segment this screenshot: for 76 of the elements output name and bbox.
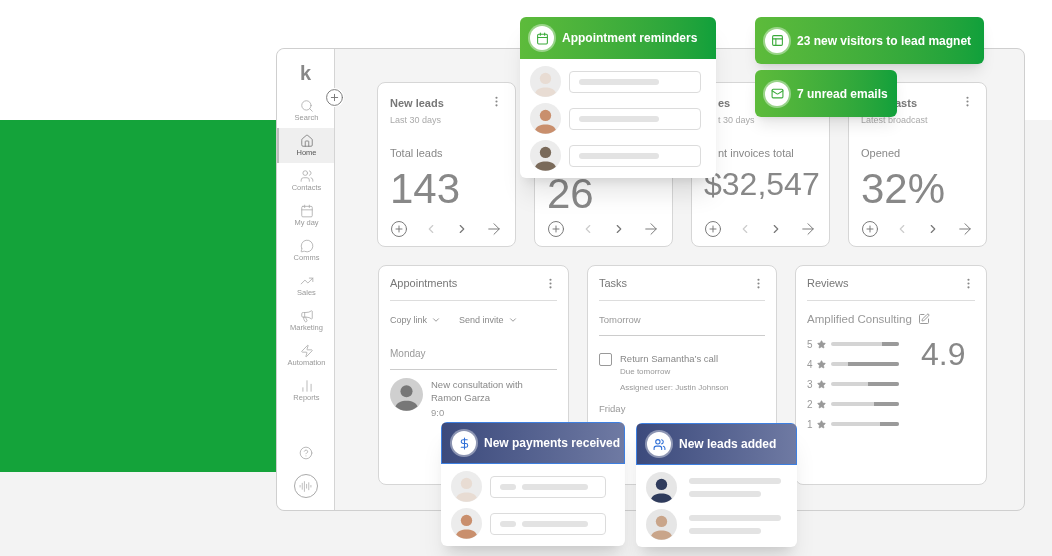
layout-icon [765,28,789,53]
appointment-time: 9:0 [431,406,446,420]
metric-label: Opened [860,146,902,161]
star-icon [817,419,826,429]
avatar [646,472,677,503]
card-title: Reviews [807,276,849,291]
star-icon [817,379,826,389]
notification-title: 7 unread emails [797,85,888,103]
star-icon [817,359,826,369]
avatar [451,471,482,502]
arrow-right-icon[interactable] [642,220,660,238]
task-due: Due tomorrow [620,366,672,378]
avatar [530,103,561,134]
calendar-icon [530,26,554,50]
task-title: Return Samantha’s call [620,351,720,366]
day-label: Friday [599,402,627,416]
calendar-icon [299,204,314,219]
dropdown-button[interactable]: Copy link [390,313,441,327]
metric-value: 26 [546,173,595,215]
notification-title: Appointment reminders [562,30,698,47]
house-icon [299,134,314,149]
avatar [530,66,561,97]
add-icon[interactable] [704,220,722,238]
metric-label: Total leads [389,146,444,161]
avatar [646,509,677,540]
notification-title: New payments received [484,435,621,452]
users-icon [299,169,314,184]
metric-value: 143 [389,167,462,210]
metric-value: $32,547 [703,167,817,200]
add-icon[interactable] [390,220,408,238]
metric-value: 32% [860,167,947,210]
task-assignee: Assigned user: Justin Johnson [620,382,729,394]
lightning-icon [299,344,314,359]
arrow-right-icon[interactable] [485,220,503,238]
appointment-text: New consultation with Ramon Garza [431,378,524,404]
logo: k [299,63,312,83]
bar-chart-icon [299,379,314,394]
card-title: Appointments [390,276,458,291]
users-icon [647,432,671,456]
chat-bubble-icon [299,239,314,254]
dropdown-button[interactable]: Send invite [459,313,518,327]
business-name: Amplified Consulting [807,311,912,327]
notification-title: 23 new visitors to lead magnet [797,32,972,50]
rating-label: 5 [807,337,814,352]
card-title: Tasks [599,276,628,291]
day-label: Monday [390,346,557,370]
rating-label: 1 [807,417,814,432]
envelope-icon [765,81,789,106]
card-title: es [717,96,731,111]
avatar [451,508,482,539]
star-icon [817,339,826,349]
add-icon[interactable] [861,220,879,238]
add-icon[interactable] [547,220,565,238]
edit-icon[interactable] [917,313,930,326]
sound-wave-icon [299,479,312,493]
card-subtitle: t 30 days [717,113,756,127]
search-icon [299,99,314,114]
arrow-right-icon[interactable] [956,220,974,238]
rating-value: 4.9 [921,337,966,374]
avatar [390,378,423,411]
rating-label: 2 [807,397,814,412]
megaphone-icon [299,309,314,324]
task-checkbox[interactable] [599,352,612,366]
card-subtitle: Last 30 days [389,113,443,127]
card-subtitle: Latest broadcast [860,113,929,127]
help-icon[interactable] [298,446,313,460]
metric-label: nt invoices total [717,146,795,161]
card-title: New leads [389,96,444,111]
dollar-icon [452,431,476,455]
star-icon [817,399,826,409]
rating-label: 3 [807,377,814,392]
notification-title: New leads added [679,436,777,453]
avatar [530,140,561,171]
rating-label: 4 [807,357,814,372]
day-label: Tomorrow [599,312,765,336]
arrow-right-icon[interactable] [799,220,817,238]
